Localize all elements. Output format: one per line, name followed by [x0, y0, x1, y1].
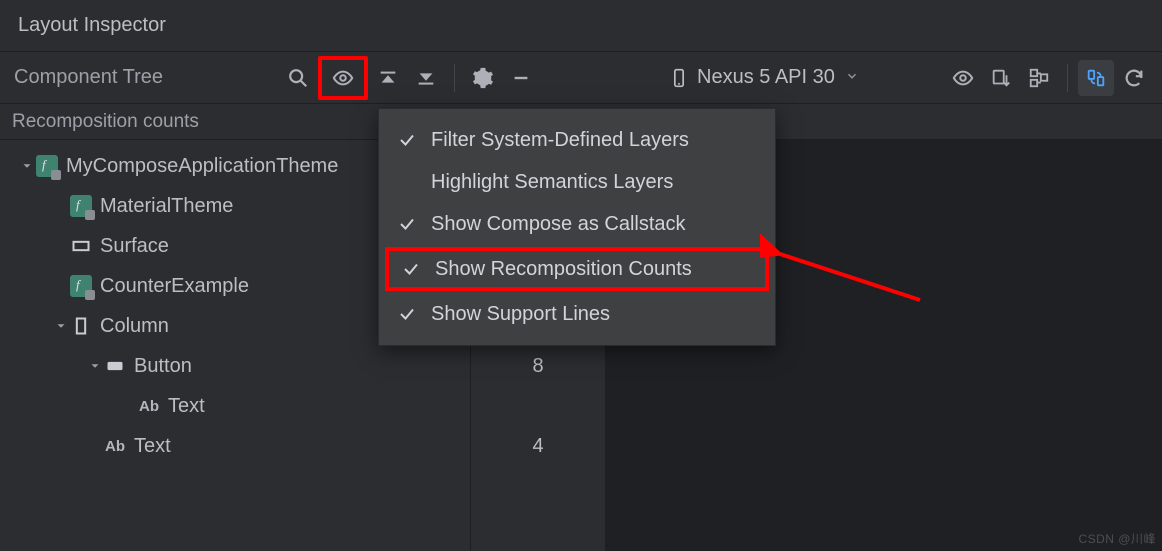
refresh-pair-icon[interactable]	[1078, 60, 1114, 96]
left-toolbar	[280, 56, 539, 100]
column-icon	[70, 315, 92, 337]
annotation-arrow	[760, 230, 930, 310]
title-text: Layout Inspector	[18, 14, 166, 37]
menu-item[interactable]: Show Support Lines	[379, 293, 775, 335]
tree-label: CounterExample	[100, 275, 249, 298]
chevron-down-icon	[845, 66, 859, 89]
check-icon	[397, 305, 417, 323]
menu-item[interactable]: Show Compose as Callstack	[379, 203, 775, 245]
menu-item-label: Filter System-Defined Layers	[431, 129, 689, 152]
menu-item-label: Highlight Semantics Layers	[431, 171, 673, 194]
collapse-icon[interactable]	[370, 60, 406, 96]
tree-expander[interactable]	[52, 319, 70, 333]
text-icon	[104, 435, 126, 457]
tree-row[interactable]: Button	[0, 346, 470, 386]
panel-title: Component Tree	[0, 66, 280, 89]
tree-expander[interactable]	[18, 159, 36, 173]
minimize-icon[interactable]	[503, 60, 539, 96]
tree-label: MyComposeApplicationTheme	[66, 155, 338, 178]
rect-icon	[70, 235, 92, 257]
watermark: CSDN @川峰	[1078, 530, 1156, 547]
device-label: Nexus 5 API 30	[697, 66, 835, 89]
check-icon	[397, 215, 417, 233]
button-icon	[104, 355, 126, 377]
device-selector[interactable]: Nexus 5 API 30	[659, 66, 869, 89]
check-icon	[401, 260, 421, 278]
separator	[454, 64, 455, 92]
menu-item-label: Show Compose as Callstack	[431, 213, 686, 236]
tree-label: Text	[168, 395, 205, 418]
menu-item[interactable]: Highlight Semantics Layers	[379, 161, 775, 203]
menu-item-label: Show Recomposition Counts	[435, 258, 692, 281]
gear-icon[interactable]	[465, 60, 501, 96]
recomposition-count: 4	[471, 426, 605, 466]
window-title: Layout Inspector	[0, 0, 1162, 52]
recomposition-count	[471, 386, 605, 426]
tree-row[interactable]: Text	[0, 386, 470, 426]
eye-icon[interactable]	[945, 60, 981, 96]
tree-label: Surface	[100, 235, 169, 258]
tree-label: Column	[100, 315, 169, 338]
visibility-button-highlight	[318, 56, 368, 100]
tree-label: Button	[134, 355, 192, 378]
menu-item-label: Show Support Lines	[431, 303, 610, 326]
export-icon[interactable]	[983, 60, 1019, 96]
expand-icon[interactable]	[408, 60, 444, 96]
recomposition-count: 8	[471, 346, 605, 386]
tree-label: Text	[134, 435, 171, 458]
subheader-label: Recomposition counts	[12, 111, 199, 133]
refresh-icon[interactable]	[1116, 60, 1152, 96]
eye-icon[interactable]	[322, 60, 364, 96]
compose-icon	[70, 195, 92, 217]
right-toolbar	[945, 56, 1152, 100]
nav-tree-icon[interactable]	[1021, 60, 1057, 96]
compose-icon	[36, 155, 58, 177]
search-icon[interactable]	[280, 60, 316, 96]
separator	[1067, 64, 1068, 92]
text-icon	[138, 395, 160, 417]
check-icon	[397, 131, 417, 149]
tree-label: MaterialTheme	[100, 195, 233, 218]
menu-item[interactable]: Filter System-Defined Layers	[379, 119, 775, 161]
menu-item[interactable]: Show Recomposition Counts	[385, 247, 769, 291]
tree-row[interactable]: Text	[0, 426, 470, 466]
compose-icon	[70, 275, 92, 297]
view-options-menu: Filter System-Defined Layers Highlight Se…	[378, 108, 776, 346]
tree-expander[interactable]	[86, 359, 104, 373]
